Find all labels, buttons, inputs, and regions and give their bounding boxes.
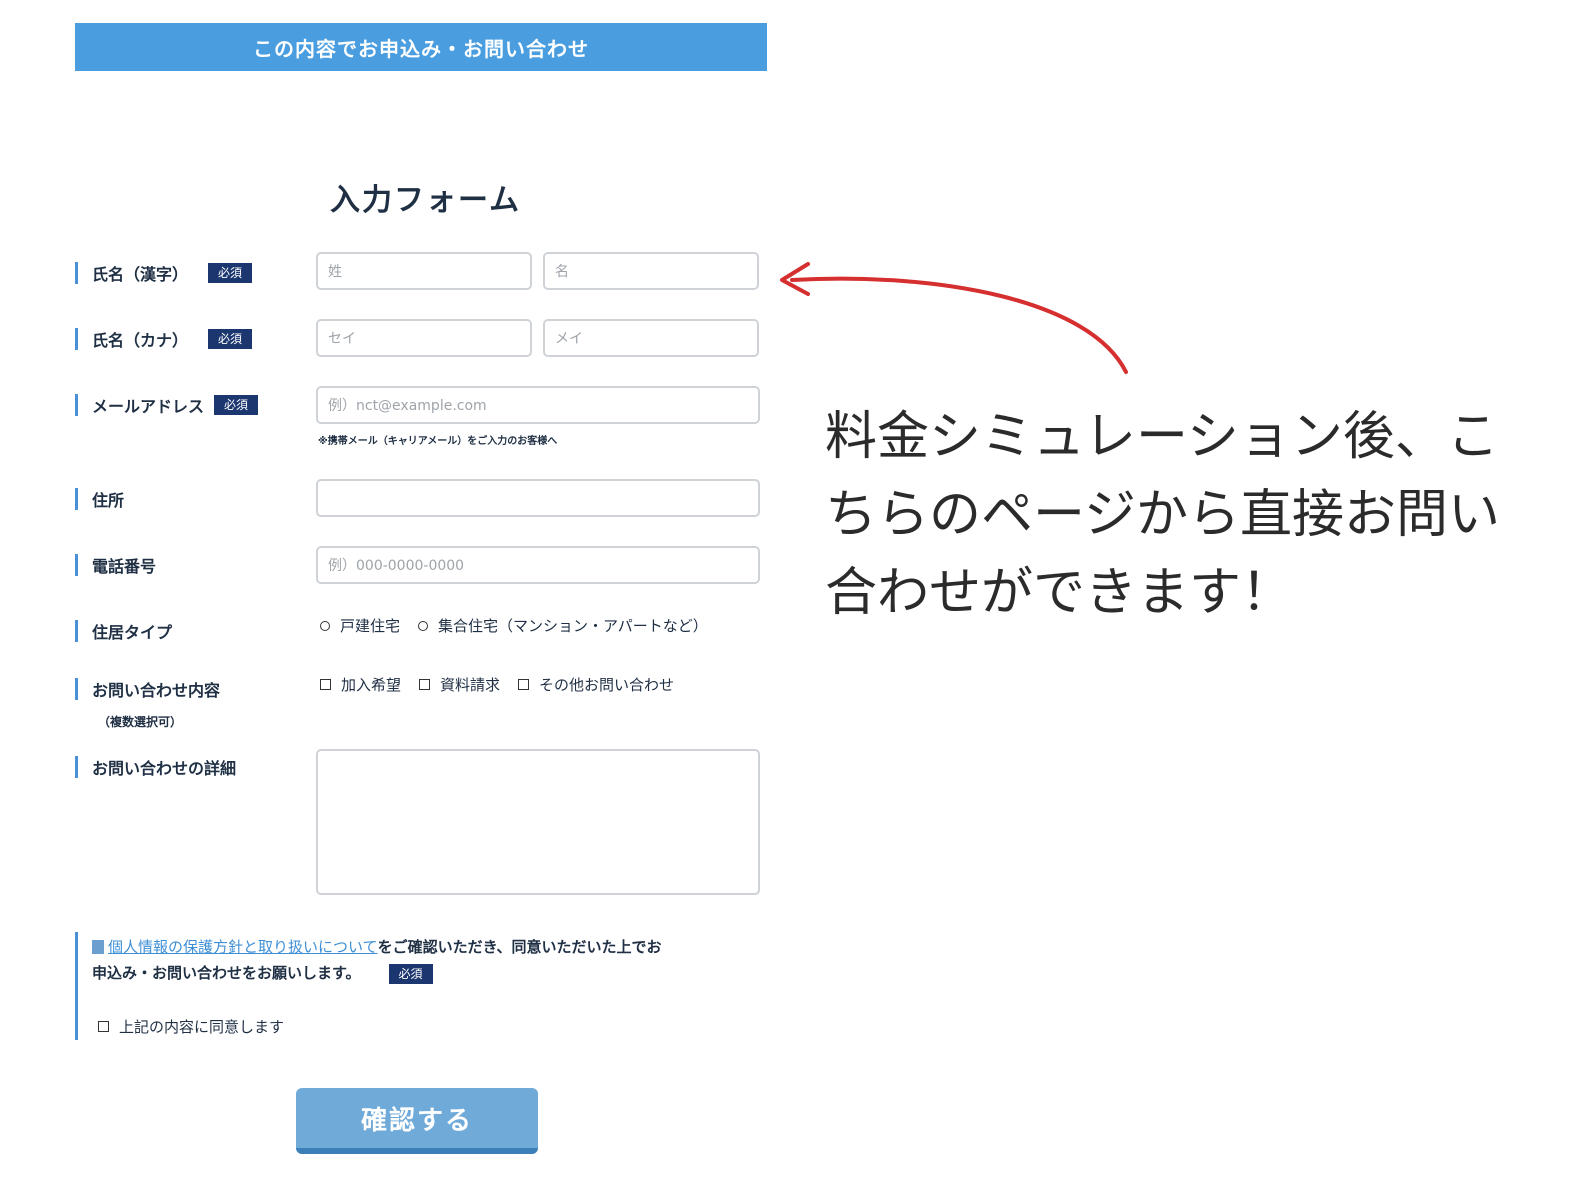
privacy-agree-label: 上記の内容に同意します [119,1018,285,1036]
last-name-kana-input[interactable]: セイ [316,319,532,357]
email-label-text: メールアドレス [92,397,205,416]
document-icon [92,940,104,954]
required-badge: 必須 [214,395,259,415]
inquiry-detail-label-text: お問い合わせの詳細 [92,759,237,778]
phone-label: 電話番号 [75,554,156,576]
inquiry-option-label: 加入希望 [341,676,402,694]
inquiry-content-label-text: お問い合わせ内容 [92,681,221,700]
inquiry-option-join[interactable]: 加入希望 [320,674,401,695]
required-badge: 必須 [208,329,253,349]
required-badge: 必須 [388,964,433,984]
email-note: ※携帯メール（キャリアメール）をご入力のお客様へ [318,436,558,447]
last-name-kanji-input[interactable]: 姓 [316,252,532,290]
privacy-text-line2: 申込み・お問い合わせをお願いします。 [92,964,361,982]
submit-inquiry-top-button[interactable]: この内容でお申込み・お問い合わせ [75,23,767,71]
email-input[interactable]: 例）nct@example.com [316,386,760,424]
phone-label-text: 電話番号 [92,557,157,576]
address-label-text: 住所 [92,491,125,510]
privacy-text-line1: をご確認いただき、同意いただいた上でお [377,938,662,956]
housing-type-option-label: 集合住宅（マンション・アパートなど） [438,617,708,635]
annotation-arrow [780,262,1128,374]
address-input[interactable] [316,479,760,517]
inquiry-content-label: お問い合わせ内容 [75,678,220,700]
email-label: メールアドレス 必須 [75,394,259,416]
inquiry-option-label: 資料請求 [440,676,501,694]
inquiry-content-options: 加入希望 資料請求 その他お問い合わせ [320,674,692,695]
inquiry-detail-label: お問い合わせの詳細 [75,756,236,778]
checkbox-icon[interactable] [518,679,530,690]
inquiry-content-sublabel: （複数選択可） [98,715,183,729]
housing-type-option-apartment[interactable]: 集合住宅（マンション・アパートなど） [418,615,708,636]
checkbox-icon[interactable] [419,679,431,690]
annotation-text: 料金シミュレーション後、こちらのページから直接お問い合わせができます！ [825,407,1500,623]
first-name-kana-input[interactable]: メイ [543,319,759,357]
first-name-kanji-input[interactable]: 名 [543,252,759,290]
privacy-agree-checkbox[interactable]: 上記の内容に同意します [98,1016,284,1037]
housing-type-label-text: 住居タイプ [92,623,173,642]
arrow-curve [790,276,1128,374]
name-kanji-label-text: 氏名（漢字） [92,265,189,284]
confirm-button[interactable]: 確認する [296,1088,538,1154]
radio-icon[interactable] [418,620,429,631]
inquiry-option-other[interactable]: その他お問い合わせ [518,674,674,695]
radio-icon[interactable] [320,620,330,631]
checkbox-icon[interactable] [320,679,331,690]
inquiry-detail-textarea[interactable] [316,749,760,895]
privacy-policy-link[interactable]: 個人情報の保護方針と取り扱いについて [108,938,378,956]
checkbox-icon[interactable] [98,1021,109,1032]
inquiry-option-brochure[interactable]: 資料請求 [419,674,500,695]
inquiry-option-label: その他お問い合わせ [539,676,675,694]
privacy-section: 個人情報の保護方針と取り扱いについてをご確認いただき、同意いただいた上でお 申込… [75,932,765,1040]
form-title: 入力フォーム [330,183,522,218]
name-kana-label: 氏名（カナ） 必須 [75,328,253,350]
housing-type-label: 住居タイプ [75,620,172,642]
required-badge: 必須 [208,263,253,283]
phone-input[interactable]: 例）000-0000-0000 [316,546,760,584]
housing-type-option-detached[interactable]: 戸建住宅 [320,615,400,636]
name-kana-label-text: 氏名（カナ） [92,331,189,350]
privacy-text: 個人情報の保護方針と取り扱いについてをご確認いただき、同意いただいた上でお 申込… [92,932,765,986]
housing-type-option-label: 戸建住宅 [340,617,401,635]
housing-type-options: 戸建住宅 集合住宅（マンション・アパートなど） [320,615,726,636]
name-kanji-label: 氏名（漢字） 必須 [75,262,253,284]
address-label: 住所 [75,488,124,510]
